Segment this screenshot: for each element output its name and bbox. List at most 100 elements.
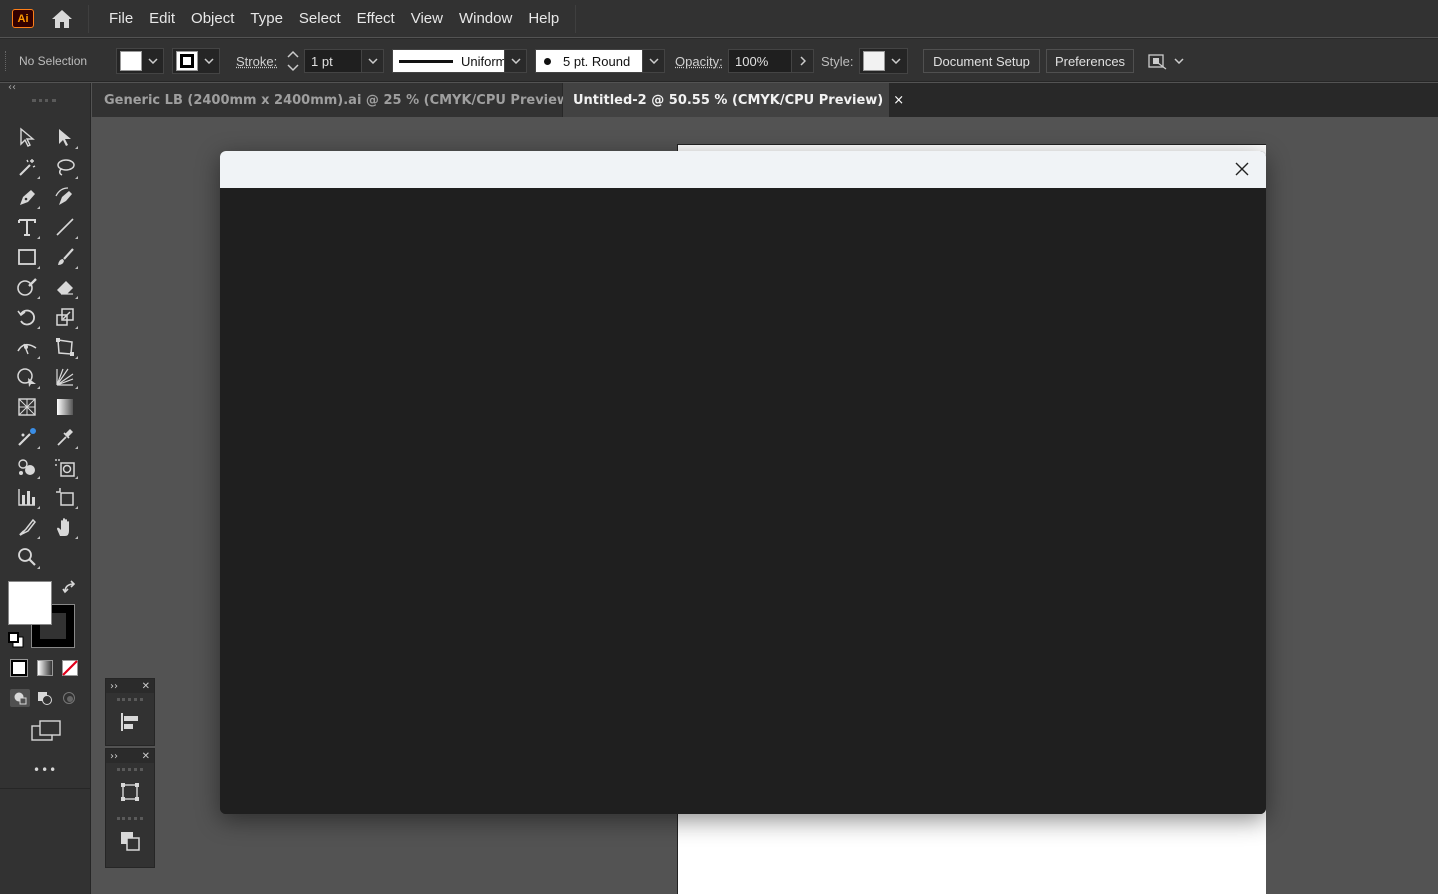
menu-type[interactable]: Type [242, 0, 291, 37]
tab-untitled-2[interactable]: Untitled-2 @ 50.55 % (CMYK/CPU Preview) … [563, 83, 904, 117]
perspective-grid-icon [56, 368, 74, 386]
stroke-weight-dropdown[interactable] [361, 50, 383, 72]
gradient-tool[interactable] [51, 394, 79, 420]
home-button[interactable] [48, 5, 76, 33]
brush-definition[interactable]: 5 pt. Round [535, 49, 665, 73]
tab-generic-lb[interactable]: Generic LB (2400mm x 2400mm).ai @ 25 % (… [92, 83, 596, 117]
scale-tool[interactable] [51, 304, 79, 330]
lasso-tool[interactable] [51, 154, 79, 180]
free-transform-tool[interactable] [51, 334, 79, 360]
tools-panel-grip[interactable] [32, 99, 56, 109]
collapse-panel-icon[interactable]: ‹‹ [0, 83, 90, 95]
expand-panel-icon[interactable]: ›› [110, 681, 118, 692]
magic-wand-tool[interactable] [13, 154, 41, 180]
eyedropper-blend-tool[interactable] [13, 424, 41, 450]
menu-object[interactable]: Object [183, 0, 242, 37]
draw-inside-icon[interactable] [62, 691, 76, 705]
document-tab-bar: Generic LB (2400mm x 2400mm).ai @ 25 % (… [92, 83, 1438, 117]
opacity-field[interactable]: 100% [728, 49, 814, 73]
panel-header: ›› ✕ [106, 749, 154, 763]
rectangle-tool[interactable] [13, 244, 41, 270]
control-bar-grip[interactable] [5, 51, 8, 71]
transform-panel-button[interactable] [106, 772, 154, 812]
menu-window[interactable]: Window [451, 0, 520, 37]
selection-tool[interactable] [13, 124, 41, 150]
menu-help[interactable]: Help [520, 0, 567, 37]
close-panel-icon[interactable]: ✕ [142, 751, 150, 762]
close-panel-icon[interactable]: ✕ [142, 681, 150, 692]
menu-separator [575, 4, 577, 33]
menu-view[interactable]: View [403, 0, 451, 37]
none-mode-icon[interactable] [62, 660, 78, 676]
curvature-tool[interactable] [51, 184, 79, 210]
eyedropper-icon [57, 429, 73, 446]
transform-panel-dock: ›› ✕ [105, 748, 155, 868]
stroke-weight-field[interactable]: 1 pt [304, 49, 384, 73]
illustrator-logo: Ai [12, 9, 34, 28]
menu-effect[interactable]: Effect [349, 0, 403, 37]
profile-dropdown[interactable] [504, 50, 526, 72]
menu-select[interactable]: Select [291, 0, 349, 37]
default-fill-stroke-icon[interactable] [8, 632, 24, 648]
zoom-tool[interactable] [13, 544, 41, 570]
shaper-tool[interactable] [13, 274, 41, 300]
stroke-swatch-control[interactable] [172, 48, 220, 74]
fill-swatch-control[interactable] [116, 48, 164, 74]
chevron-down-icon [204, 58, 214, 64]
width-tool[interactable] [13, 334, 41, 360]
rotate-tool[interactable] [13, 304, 41, 330]
document-setup-button[interactable]: Document Setup [923, 49, 1040, 73]
close-tab-icon[interactable]: × [893, 93, 904, 108]
line-segment-tool[interactable] [51, 214, 79, 240]
align-panel-button[interactable] [106, 702, 154, 742]
chevron-down-icon [148, 58, 158, 64]
shape-builder-tool[interactable] [13, 364, 41, 390]
eraser-tool[interactable] [51, 274, 79, 300]
graphic-style-swatch [863, 51, 885, 71]
chevron-right-icon [799, 56, 806, 66]
slice-tool[interactable] [13, 514, 41, 540]
type-tool[interactable] [13, 214, 41, 240]
eyedropper-tool[interactable] [51, 424, 79, 450]
tab-label: Generic LB (2400mm x 2400mm).ai @ 25 % (… [104, 92, 575, 108]
graphic-style-control[interactable] [859, 48, 908, 74]
brush-dropdown[interactable] [642, 50, 664, 72]
stroke-label[interactable]: Stroke: [236, 39, 277, 83]
expand-panel-icon[interactable]: ›› [110, 751, 118, 762]
preferences-button[interactable]: Preferences [1046, 49, 1134, 73]
arrange-documents-icon [1148, 54, 1167, 70]
pen-tool[interactable] [13, 184, 41, 210]
pathfinder-panel-button[interactable] [106, 821, 154, 861]
symbol-sprayer-tool[interactable] [13, 454, 41, 480]
dialog-close-button[interactable] [1228, 155, 1256, 183]
edit-toolbar-more[interactable]: ••• [33, 763, 57, 777]
tab-label: Untitled-2 @ 50.55 % (CMYK/CPU Preview) [573, 92, 884, 108]
draw-normal-button[interactable] [10, 689, 30, 707]
variable-width-profile[interactable]: Uniform [392, 49, 527, 73]
column-graph-icon [18, 489, 35, 506]
live-paint-selection-tool[interactable] [51, 454, 79, 480]
screen-mode-icon[interactable] [30, 720, 62, 742]
color-mode-button[interactable] [10, 659, 28, 677]
artboard-tool[interactable] [51, 484, 79, 510]
menu-file[interactable]: File [101, 0, 141, 37]
fill-color-box[interactable] [8, 581, 52, 625]
opacity-label[interactable]: Opacity: [675, 39, 723, 83]
gradient-mode-button[interactable] [37, 660, 53, 676]
draw-behind-icon[interactable] [37, 691, 53, 705]
arrange-documents-button[interactable] [1146, 39, 1184, 83]
direct-selection-tool[interactable] [51, 124, 79, 150]
swap-fill-stroke-icon[interactable] [62, 580, 78, 596]
curvature-pen-icon [55, 187, 72, 205]
style-label: Style: [821, 53, 854, 69]
menu-edit[interactable]: Edit [141, 0, 183, 37]
perspective-grid-tool[interactable] [51, 364, 79, 390]
hand-tool[interactable] [51, 514, 79, 540]
column-graph-tool[interactable] [13, 484, 41, 510]
stroke-stepper-icon[interactable] [285, 48, 301, 74]
opacity-expand[interactable] [791, 50, 813, 72]
paintbrush-tool[interactable] [51, 244, 79, 270]
transform-icon [121, 783, 139, 801]
menu-bar: Ai File Edit Object Type Select Effect V… [0, 0, 1438, 37]
mesh-tool[interactable] [13, 394, 41, 420]
